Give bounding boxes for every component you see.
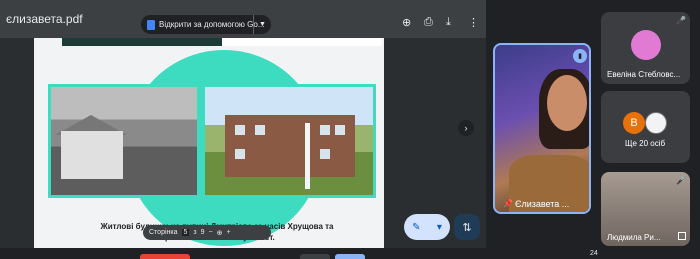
- house-wall: [61, 131, 123, 179]
- historic-photo: [48, 84, 200, 198]
- zoom-in-button[interactable]: +: [227, 229, 231, 236]
- window: [255, 125, 265, 135]
- control-chip[interactable]: [300, 254, 330, 259]
- next-arrow-icon[interactable]: ›: [458, 120, 474, 136]
- chevron-down-icon[interactable]: ▼: [253, 15, 271, 34]
- google-docs-icon: [147, 19, 155, 30]
- zoom-icon: ⊕: [216, 229, 223, 237]
- pin-icon[interactable]: 📌: [503, 199, 513, 208]
- pdf-left-margin: [0, 38, 34, 248]
- window: [335, 125, 345, 135]
- download-icon[interactable]: ⤓: [446, 16, 451, 29]
- expand-icon[interactable]: [678, 232, 686, 240]
- window: [320, 149, 330, 159]
- participant-name: Людмила Ри...: [607, 233, 661, 242]
- zoom-out-button[interactable]: −: [209, 229, 213, 236]
- page-total: 9: [200, 229, 205, 236]
- swap-icon: ⇅: [462, 221, 472, 234]
- mic-off-icon: 🎤: [676, 176, 686, 185]
- control-chip[interactable]: [140, 254, 190, 259]
- mic-off-icon: 🎤: [676, 16, 686, 25]
- print-icon[interactable]: ⎙: [424, 16, 433, 29]
- participant-tile[interactable]: 🎤 Людмила Ри...: [601, 172, 690, 246]
- window: [235, 149, 245, 159]
- page-top-band-dark: [62, 38, 222, 46]
- participant-name: Евеліна Стебловс...: [607, 70, 681, 79]
- page-label: Сторінка: [149, 229, 178, 236]
- more-vert-icon[interactable]: ⋮: [468, 16, 479, 29]
- participant-count-badge: 24: [590, 250, 598, 257]
- modern-photo: [202, 84, 376, 198]
- participant-tile-main[interactable]: ▮ 📌 Єлизавета ...: [493, 43, 591, 214]
- open-with-label: Відкрити за допомогою Go...: [159, 20, 265, 29]
- swap-layout-button[interactable]: ⇅: [454, 214, 480, 240]
- building: [225, 115, 355, 177]
- open-with-button[interactable]: Відкрити за допомогою Go... ▼: [141, 15, 271, 34]
- participant-tile[interactable]: 🎤 Евеліна Стебловс...: [601, 12, 690, 84]
- page-navigation[interactable]: Сторінка 5 з 9 − ⊕ +: [143, 225, 271, 240]
- reactions-button[interactable]: ✎ ▾: [404, 214, 450, 240]
- pdf-filename: єлизавета.pdf: [6, 12, 83, 26]
- avatar: В: [623, 112, 645, 134]
- birch-tree: [305, 123, 310, 189]
- control-chip[interactable]: [335, 254, 365, 259]
- avatar: [645, 112, 667, 134]
- pen-icon: ✎: [412, 221, 421, 233]
- avatar: [631, 30, 661, 60]
- window: [235, 125, 245, 135]
- caret-down-icon: ▾: [436, 221, 442, 233]
- more-participants-label: Ще 20 осіб: [625, 139, 666, 148]
- more-participants-tile[interactable]: В Ще 20 осіб: [601, 91, 690, 163]
- pdf-page: Житлові будинки на вулиці Дмитрієва за ч…: [34, 38, 384, 248]
- page-current-input[interactable]: 5: [181, 229, 190, 236]
- participant-face: [547, 75, 587, 131]
- page-separator: з: [193, 229, 197, 236]
- participant-name: Єлизавета ...: [515, 199, 570, 209]
- window: [320, 125, 330, 135]
- speaking-indicator-icon: ▮: [573, 49, 587, 63]
- shared-screen: єлизавета.pdf Відкрити за допомогою Go..…: [0, 0, 486, 248]
- add-to-drive-icon[interactable]: ⊕: [402, 16, 411, 29]
